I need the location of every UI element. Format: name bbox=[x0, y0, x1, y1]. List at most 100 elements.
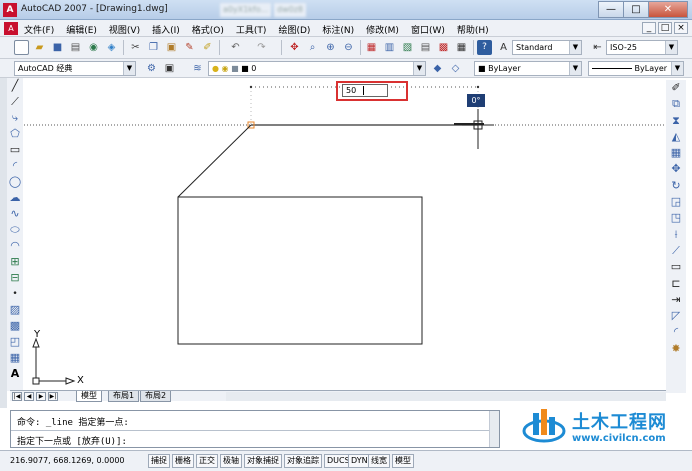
polar-toggle[interactable]: 极轴 bbox=[220, 454, 242, 468]
layer-previous-icon[interactable]: ◇ bbox=[448, 61, 463, 76]
chevron-down-icon[interactable]: ▼ bbox=[123, 62, 135, 75]
tab-layout1[interactable]: 布局1 bbox=[108, 391, 140, 402]
maximize-button[interactable]: □ bbox=[623, 1, 649, 18]
object-tracking-toggle[interactable]: 对象追踪 bbox=[284, 454, 322, 468]
zoom-realtime-icon[interactable]: ⌕ bbox=[305, 40, 320, 55]
help-icon[interactable]: ? bbox=[477, 40, 492, 55]
pan-icon[interactable]: ✥ bbox=[287, 40, 302, 55]
layer-manager-icon[interactable]: ≋ bbox=[190, 61, 205, 76]
menu-modify[interactable]: 修改(M) bbox=[366, 23, 399, 36]
new-file-icon[interactable] bbox=[14, 40, 29, 55]
revision-cloud-icon[interactable]: ☁ bbox=[7, 190, 23, 206]
rectangle-shape[interactable] bbox=[177, 196, 423, 345]
erase-icon[interactable]: ✐ bbox=[666, 80, 686, 96]
tab-layout2[interactable]: 布局2 bbox=[140, 391, 172, 402]
diagonal-line[interactable] bbox=[177, 124, 252, 198]
stretch-icon[interactable]: ◳ bbox=[666, 210, 686, 226]
copy-object-icon[interactable]: ⧉ bbox=[666, 96, 686, 112]
layer-select[interactable]: ● ◉ ■ ■ 0 ▼ bbox=[208, 61, 426, 76]
move-icon[interactable]: ✥ bbox=[666, 161, 686, 177]
document-icon[interactable]: A bbox=[4, 22, 18, 35]
menu-dimension[interactable]: 标注(N) bbox=[322, 23, 354, 36]
polyline-icon[interactable]: ⤷ bbox=[7, 110, 23, 126]
open-folder-icon[interactable]: ▰ bbox=[32, 40, 47, 55]
menu-insert[interactable]: 插入(I) bbox=[152, 23, 180, 36]
menu-window[interactable]: 窗口(W) bbox=[411, 23, 445, 36]
scale-icon[interactable]: ◲ bbox=[666, 194, 686, 210]
workspace-settings-icon[interactable]: ⚙ bbox=[144, 61, 159, 76]
offset-icon[interactable]: ◭ bbox=[666, 129, 686, 145]
first-tab-icon[interactable]: |◀ bbox=[12, 392, 22, 401]
ortho-toggle[interactable]: 正交 bbox=[196, 454, 218, 468]
polygon-icon[interactable]: ⬠ bbox=[7, 126, 23, 142]
zoom-window-icon[interactable]: ⊕ bbox=[323, 40, 338, 55]
model-space-toggle[interactable]: 模型 bbox=[392, 454, 414, 468]
break-at-point-icon[interactable]: ▭ bbox=[666, 259, 686, 275]
hatch-icon[interactable]: ▨ bbox=[7, 302, 23, 318]
command-scrollbar[interactable] bbox=[489, 411, 499, 447]
tab-model[interactable]: 模型 bbox=[76, 391, 102, 402]
menu-help[interactable]: 帮助(H) bbox=[457, 23, 489, 36]
chevron-down-icon[interactable]: ▼ bbox=[671, 62, 683, 75]
region-icon[interactable]: ◰ bbox=[7, 334, 23, 350]
chevron-down-icon[interactable]: ▼ bbox=[569, 62, 581, 75]
doc-close-button[interactable]: × bbox=[674, 22, 688, 34]
cut-icon[interactable]: ✂ bbox=[128, 40, 143, 55]
point-icon[interactable]: • bbox=[7, 286, 23, 302]
close-button[interactable]: ✕ bbox=[648, 1, 688, 18]
table-icon[interactable]: ▦ bbox=[7, 350, 23, 366]
autocad-logo-icon[interactable]: A bbox=[3, 3, 17, 17]
menu-draw[interactable]: 绘图(D) bbox=[278, 23, 310, 36]
properties-icon[interactable]: ▦ bbox=[364, 40, 379, 55]
command-line[interactable]: 命令: _line 指定第一点: 指定下一点或 [放弃(U)]: bbox=[10, 410, 500, 448]
chevron-down-icon[interactable]: ▼ bbox=[665, 41, 677, 54]
minimize-button[interactable]: — bbox=[598, 1, 624, 18]
publish-icon[interactable]: ◈ bbox=[104, 40, 119, 55]
chevron-down-icon[interactable]: ▼ bbox=[413, 62, 425, 75]
break-icon[interactable]: ⊏ bbox=[666, 276, 686, 292]
horizontal-scrollbar[interactable] bbox=[226, 392, 666, 401]
plot-preview-icon[interactable]: ◉ bbox=[86, 40, 101, 55]
make-current-layer-icon[interactable]: ◆ bbox=[430, 61, 445, 76]
grid-toggle[interactable]: 栅格 bbox=[172, 454, 194, 468]
join-icon[interactable]: ⇥ bbox=[666, 292, 686, 308]
spline-icon[interactable]: ∿ bbox=[7, 206, 23, 222]
previous-tab-icon[interactable]: ◀ bbox=[24, 392, 34, 401]
markup-icon[interactable]: ▩ bbox=[436, 40, 451, 55]
chevron-down-icon[interactable]: ▼ bbox=[569, 41, 581, 54]
menu-view[interactable]: 视图(V) bbox=[109, 23, 140, 36]
gradient-icon[interactable]: ▩ bbox=[7, 318, 23, 334]
redo-icon[interactable]: ↷ bbox=[254, 40, 269, 55]
snap-toggle[interactable]: 捕捉 bbox=[148, 454, 170, 468]
doc-maximize-button[interactable]: □ bbox=[658, 22, 672, 34]
text-style-select[interactable]: Standard ▼ bbox=[512, 40, 582, 55]
menu-tools[interactable]: 工具(T) bbox=[236, 23, 267, 36]
line-icon[interactable]: ╱ bbox=[7, 78, 23, 94]
color-select[interactable]: ■ ByLayer ▼ bbox=[474, 61, 582, 76]
design-center-icon[interactable]: ▥ bbox=[382, 40, 397, 55]
drawing-canvas[interactable]: 50 0° Y X bbox=[24, 79, 666, 389]
tool-palettes-icon[interactable]: ▧ bbox=[400, 40, 415, 55]
sheet-set-icon[interactable]: ▤ bbox=[418, 40, 433, 55]
circle-icon[interactable]: ◯ bbox=[7, 174, 23, 190]
paste-icon[interactable]: ▣ bbox=[164, 40, 179, 55]
mirror-icon[interactable]: ⧗ bbox=[666, 113, 686, 129]
workspace-select[interactable]: AutoCAD 经典 ▼ bbox=[14, 61, 136, 76]
object-snap-toggle[interactable]: 对象捕捉 bbox=[244, 454, 282, 468]
next-tab-icon[interactable]: ▶ bbox=[36, 392, 46, 401]
save-icon[interactable]: ■ bbox=[50, 40, 65, 55]
explode-icon[interactable]: ✸ bbox=[666, 341, 686, 357]
linetype-select[interactable]: ByLayer ▼ bbox=[588, 61, 684, 76]
make-block-icon[interactable]: ⊟ bbox=[7, 270, 23, 286]
last-tab-icon[interactable]: ▶| bbox=[48, 392, 58, 401]
menu-edit[interactable]: 编辑(E) bbox=[66, 23, 97, 36]
menu-file[interactable]: 文件(F) bbox=[24, 23, 54, 36]
insert-block-icon[interactable]: ⊞ bbox=[7, 254, 23, 270]
ellipse-arc-icon[interactable]: ◠ bbox=[7, 238, 23, 254]
menu-format[interactable]: 格式(O) bbox=[192, 23, 224, 36]
dim-style-select[interactable]: ISO-25 ▼ bbox=[606, 40, 678, 55]
undo-icon[interactable]: ↶ bbox=[228, 40, 243, 55]
multiline-text-icon[interactable]: A bbox=[7, 366, 23, 382]
trim-icon[interactable]: ⟊ bbox=[666, 227, 686, 243]
doc-minimize-button[interactable]: _ bbox=[642, 22, 656, 34]
